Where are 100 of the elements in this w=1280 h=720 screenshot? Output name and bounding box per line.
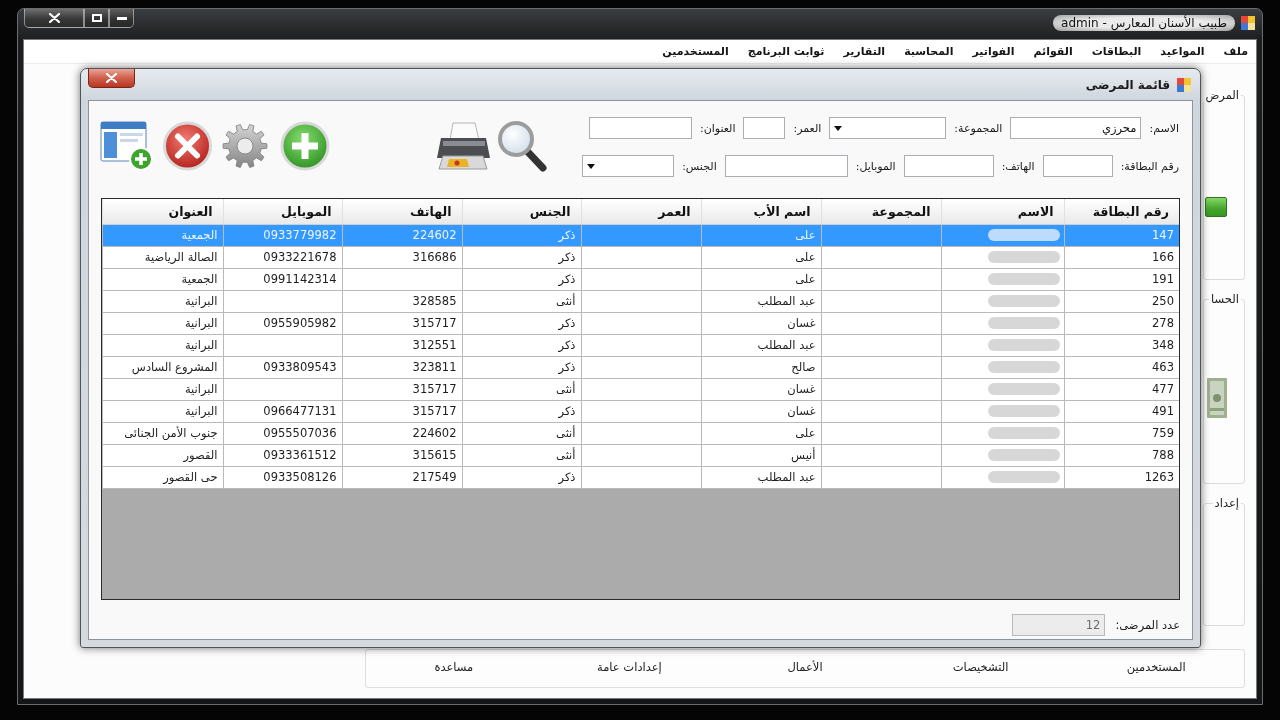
table-cell: عبد المطلب bbox=[701, 466, 821, 488]
table-cell: البرانية bbox=[102, 312, 223, 334]
text-field[interactable] bbox=[588, 117, 692, 139]
table-cell: عبد المطلب bbox=[701, 334, 821, 356]
table-cell: 278 bbox=[1064, 312, 1179, 334]
shortcut-link[interactable]: إعدادات عامة bbox=[597, 660, 662, 674]
table-cell: على bbox=[701, 268, 821, 290]
text-field[interactable] bbox=[1042, 155, 1113, 177]
menu-item[interactable]: ثوابت البرنامج bbox=[747, 45, 825, 58]
column-header[interactable]: رقم البطاقة bbox=[1064, 199, 1179, 224]
table-cell: على bbox=[701, 246, 821, 268]
minimize-button[interactable] bbox=[109, 9, 134, 28]
table-cell: 315717 bbox=[342, 312, 462, 334]
table-cell: البرانية bbox=[102, 400, 223, 422]
table-cell: 0933779982 bbox=[223, 224, 342, 246]
text-field[interactable] bbox=[903, 155, 994, 177]
maximize-button[interactable] bbox=[84, 9, 109, 28]
table-cell: 250 bbox=[1064, 290, 1179, 312]
table-cell: 328585 bbox=[342, 290, 462, 312]
group-title: الحسا bbox=[1210, 292, 1240, 306]
table-cell: المشروع السادس bbox=[102, 356, 223, 378]
field-label: الجنس: bbox=[682, 159, 717, 173]
table-cell: البرانية bbox=[102, 334, 223, 356]
table-cell: 191 bbox=[1064, 268, 1179, 290]
table-cell: غسان bbox=[701, 312, 821, 334]
table-cell: 0933221678 bbox=[223, 246, 342, 268]
shortcut-link[interactable]: مساعدة bbox=[434, 660, 474, 674]
column-header[interactable]: الموبايل bbox=[223, 199, 342, 224]
table-cell: أنيس bbox=[701, 444, 821, 466]
table-cell: 315717 bbox=[342, 400, 462, 422]
settings-icon[interactable] bbox=[222, 122, 268, 170]
table-cell: 147 bbox=[1064, 224, 1179, 246]
table-cell: الجمعية bbox=[102, 224, 223, 246]
panel-button[interactable] bbox=[1205, 197, 1227, 217]
menu-item[interactable]: التقارير bbox=[843, 45, 886, 58]
banknote-icon bbox=[1207, 378, 1227, 418]
column-header[interactable]: العنوان bbox=[102, 199, 223, 224]
table-cell: 312551 bbox=[342, 334, 462, 356]
menu-item[interactable]: المستخدمين bbox=[662, 45, 729, 58]
field-label: الاسم: bbox=[1149, 121, 1179, 135]
menu-item[interactable]: الفواتير bbox=[972, 45, 1015, 58]
table-cell: البرانية bbox=[102, 290, 223, 312]
table-cell: غسان bbox=[701, 378, 821, 400]
table-cell: الجمعية bbox=[102, 268, 223, 290]
shortcut-link[interactable]: الأعمال bbox=[787, 660, 823, 674]
table-cell: 1263 bbox=[1064, 466, 1179, 488]
table-cell: 0933809543 bbox=[223, 356, 342, 378]
new-window-icon[interactable] bbox=[100, 121, 153, 171]
table-cell: ذكر bbox=[462, 268, 581, 290]
field-label: الهاتف: bbox=[1001, 159, 1035, 173]
table-cell: 166 bbox=[1064, 246, 1179, 268]
close-icon bbox=[106, 73, 117, 83]
table-cell: ذكر bbox=[462, 356, 581, 378]
delete-icon[interactable] bbox=[163, 121, 212, 171]
table-cell: 0966477131 bbox=[223, 400, 342, 422]
caret-icon bbox=[587, 163, 596, 169]
table-cell: 0955507036 bbox=[223, 422, 342, 444]
column-header[interactable]: الهاتف bbox=[342, 199, 462, 224]
table-cell: أنثى bbox=[462, 444, 581, 466]
window-title: طبيب الأسنان المعارس - admin bbox=[1053, 15, 1235, 31]
table-cell: 788 bbox=[1064, 444, 1179, 466]
table-cell: 0933508126 bbox=[223, 466, 342, 488]
search-icon[interactable] bbox=[497, 120, 547, 172]
table-cell: 323811 bbox=[342, 356, 462, 378]
table-cell: 0933361512 bbox=[223, 444, 342, 466]
column-header[interactable]: المجموعة bbox=[821, 199, 941, 224]
table-cell: 348 bbox=[1064, 334, 1179, 356]
dropdown-field[interactable] bbox=[829, 117, 947, 139]
dialog-title: قائمة المرضى bbox=[1085, 77, 1170, 92]
column-header[interactable]: اسم الأب bbox=[701, 199, 821, 224]
printer-icon[interactable] bbox=[437, 122, 490, 170]
dropdown-field[interactable] bbox=[582, 155, 675, 177]
table-cell: ذكر bbox=[462, 400, 581, 422]
table-cell: أنثى bbox=[462, 378, 581, 400]
add-icon[interactable] bbox=[280, 121, 330, 171]
count-label: عدد المرضى: bbox=[1115, 617, 1180, 632]
column-header[interactable]: العمر bbox=[581, 199, 701, 224]
table-cell: 0991142314 bbox=[223, 268, 342, 290]
shortcut-link[interactable]: المستخدمين bbox=[1126, 660, 1186, 674]
menu-item[interactable]: المواعيد bbox=[1160, 45, 1205, 58]
menu-item[interactable]: المحاسبة bbox=[904, 45, 954, 58]
menu-item[interactable]: البطاقات bbox=[1091, 45, 1142, 58]
table-cell: 491 bbox=[1064, 400, 1179, 422]
column-header[interactable]: الجنس bbox=[462, 199, 581, 224]
table-cell: ذكر bbox=[462, 246, 581, 268]
text-field[interactable]: محرزي bbox=[1010, 117, 1142, 139]
table-cell: البرانية bbox=[102, 378, 223, 400]
table-cell: 463 bbox=[1064, 356, 1179, 378]
close-icon bbox=[48, 13, 60, 23]
text-field[interactable] bbox=[724, 155, 848, 177]
table-cell: 224602 bbox=[342, 224, 462, 246]
table-cell: 224602 bbox=[342, 422, 462, 444]
menu-item[interactable]: القوائم bbox=[1033, 45, 1073, 58]
shortcut-link[interactable]: التشخيصات bbox=[952, 660, 1009, 674]
table-cell: 759 bbox=[1064, 422, 1179, 444]
close-button[interactable] bbox=[88, 69, 135, 88]
table-cell: أنثى bbox=[462, 422, 581, 444]
text-field[interactable] bbox=[743, 117, 786, 139]
column-header[interactable]: الاسم bbox=[941, 199, 1064, 224]
menu-item[interactable]: ملف bbox=[1223, 45, 1248, 58]
